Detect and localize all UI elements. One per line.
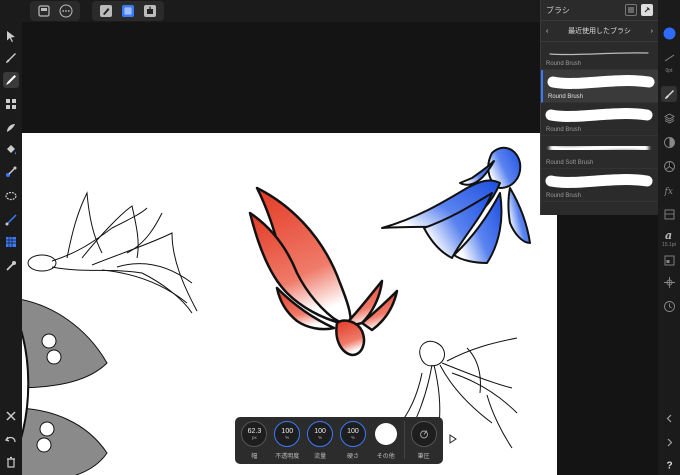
draw-persona-icon[interactable]: [98, 3, 114, 19]
brush-panel: ブラシ ‹ 最近使用したブラシ › Round Brush Round Brus…: [540, 0, 658, 215]
brush-panel-title: ブラシ: [546, 5, 570, 15]
freehand-selection-icon[interactable]: [3, 212, 19, 228]
studio-bar: 0pt fx a 15.1pt ?: [658, 0, 680, 475]
typography-icon[interactable]: a: [661, 226, 677, 242]
opacity-value: 100: [281, 427, 294, 435]
chevron-right-icon[interactable]: ›: [651, 28, 653, 35]
gray-shapes: [22, 299, 108, 475]
pixel-persona-icon[interactable]: [120, 3, 136, 19]
character-panel-icon[interactable]: [661, 206, 677, 222]
adjustments-icon[interactable]: [661, 134, 677, 150]
pixel-tool-icon[interactable]: [3, 72, 19, 88]
red-fish: [248, 186, 399, 357]
opacity-control[interactable]: 100 % 不透明度: [271, 421, 304, 460]
opacity-unit: %: [285, 434, 290, 440]
pressure-label: 筆圧: [417, 454, 430, 460]
brushes-panel-icon[interactable]: [661, 86, 677, 102]
effects-icon[interactable]: fx: [661, 182, 677, 198]
brush-item-label: Round Brush: [546, 127, 582, 133]
context-separator: [404, 421, 406, 459]
chevron-left-icon[interactable]: [661, 410, 677, 426]
pressure-icon: [419, 430, 428, 439]
width-value: 62.3: [247, 427, 262, 435]
flow-dial[interactable]: 100 %: [307, 421, 334, 447]
ellipse-marquee-icon[interactable]: [3, 188, 19, 204]
chevron-right-icon[interactable]: [661, 434, 677, 450]
chevron-left-icon[interactable]: ‹: [546, 28, 548, 35]
brush-item-label: Round Brush: [546, 193, 582, 199]
more-options-icon[interactable]: [58, 3, 74, 19]
flow-control[interactable]: 100 % 流量: [304, 421, 337, 460]
brush-item[interactable]: Round Brush: [541, 169, 658, 202]
export-persona-icon[interactable]: [142, 3, 158, 19]
pin-panel-icon[interactable]: [641, 4, 653, 16]
brush-item-label: Round Soft Brush: [546, 160, 594, 166]
smudge-tool-icon[interactable]: [3, 120, 19, 136]
stroke-width-icon[interactable]: [661, 50, 677, 66]
brush-item[interactable]: Round Brush: [541, 42, 658, 70]
panel-menu-icon[interactable]: [625, 4, 637, 16]
brush-item[interactable]: Round Soft Brush: [541, 136, 658, 169]
brush-panel-header: ブラシ: [541, 0, 658, 20]
color-swatch[interactable]: [661, 25, 677, 41]
document-icon[interactable]: [36, 3, 52, 19]
history-icon[interactable]: [661, 298, 677, 314]
pressure-button[interactable]: [410, 421, 437, 447]
undo-icon[interactable]: [3, 432, 19, 448]
expand-context-icon[interactable]: [449, 434, 457, 444]
hardness-control[interactable]: 100 % 硬さ: [337, 421, 370, 460]
hardness-label: 硬さ: [346, 454, 359, 460]
pressure-control[interactable]: 筆圧: [407, 421, 440, 460]
width-unit: px: [252, 434, 257, 440]
svg-text:fx: fx: [663, 187, 672, 197]
brush-item[interactable]: Round Brush: [541, 103, 658, 136]
width-label: 幅: [251, 454, 258, 460]
brush-item-selected[interactable]: Round Brush: [541, 70, 658, 103]
width-dial[interactable]: 62.3 px: [241, 421, 268, 447]
outline-fish-left: [27, 191, 198, 314]
crop-tool-icon[interactable]: [3, 234, 19, 250]
layers-icon[interactable]: [661, 110, 677, 126]
brush-category-selector[interactable]: ‹ 最近使用したブラシ ›: [541, 20, 658, 42]
fill-tool-icon[interactable]: [3, 142, 19, 158]
navigator-icon[interactable]: [661, 252, 677, 268]
current-color-swatch[interactable]: [374, 423, 397, 445]
color-picker-icon[interactable]: [3, 258, 19, 274]
selection-brush-icon[interactable]: [3, 96, 19, 112]
brush-category-label: 最近使用したブラシ: [568, 28, 631, 35]
transform-icon[interactable]: [661, 274, 677, 290]
opacity-label: 不透明度: [275, 454, 300, 460]
flow-unit: %: [318, 434, 323, 440]
delete-icon[interactable]: [3, 454, 19, 470]
other-control[interactable]: その他: [369, 421, 402, 460]
hardness-unit: %: [350, 434, 355, 440]
document-toolbar-group: [30, 1, 80, 21]
blue-fish: [381, 146, 531, 264]
tools-panel: [0, 22, 22, 475]
svg-text:?: ?: [666, 460, 672, 471]
move-tool-icon[interactable]: [3, 28, 19, 44]
hardness-value: 100: [347, 427, 359, 435]
context-toolbar: 62.3 px 幅 100 % 不透明度 100 % 流量 100 % 硬さ そ…: [235, 417, 443, 464]
help-icon[interactable]: ?: [661, 456, 677, 472]
opacity-dial[interactable]: 100 %: [274, 421, 301, 447]
font-size-readout: 15.1pt: [662, 242, 676, 248]
stroke-size-readout: 0pt: [665, 68, 673, 74]
gradient-tool-icon[interactable]: [3, 164, 19, 180]
brush-item-label: Round Brush: [546, 61, 582, 67]
color-wheel-icon[interactable]: [661, 158, 677, 174]
svg-text:a: a: [665, 229, 672, 241]
persona-toolbar-group: [92, 1, 164, 21]
flow-value: 100: [314, 427, 326, 435]
flow-label: 流量: [314, 454, 327, 460]
brush-item-label: Round Brush: [548, 94, 584, 100]
width-control[interactable]: 62.3 px 幅: [238, 421, 271, 460]
close-icon[interactable]: [3, 408, 19, 424]
other-label: その他: [376, 454, 395, 460]
brush-tool-icon[interactable]: [3, 50, 19, 66]
hardness-dial[interactable]: 100 %: [339, 421, 366, 447]
